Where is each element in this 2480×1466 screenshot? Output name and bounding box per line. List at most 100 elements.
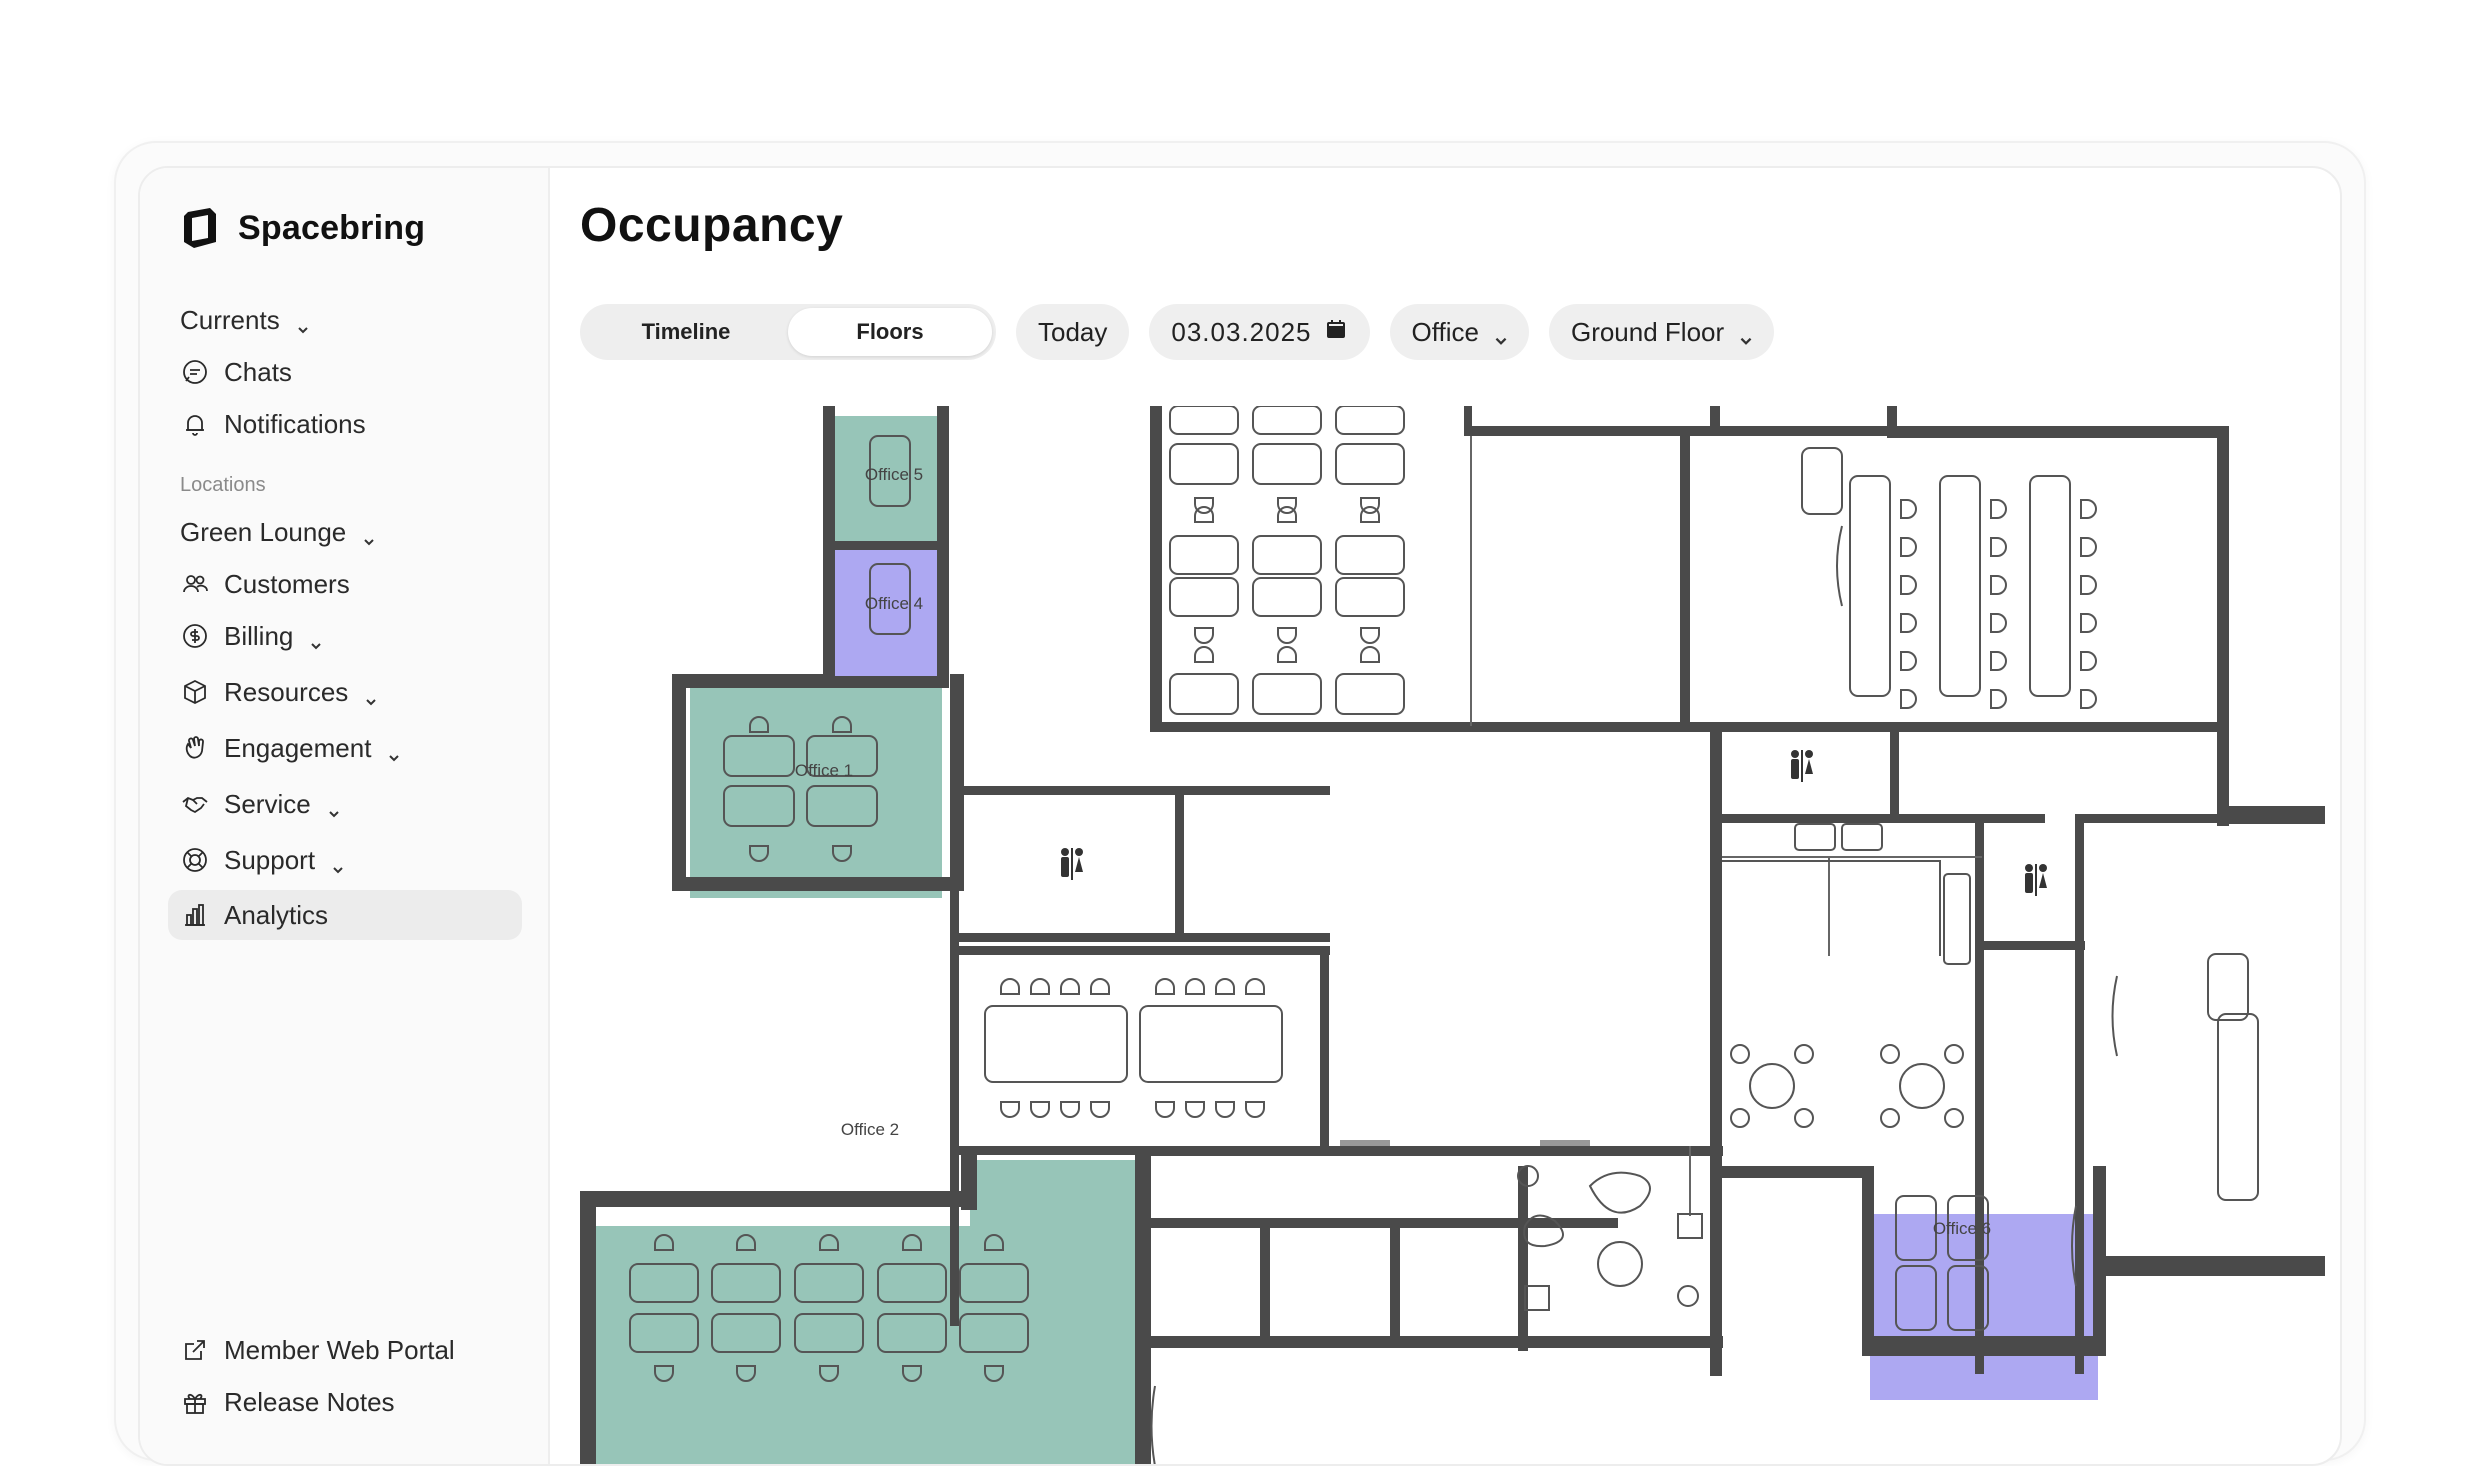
room-label: Office 6	[1933, 1219, 1991, 1238]
chair	[2080, 689, 2097, 709]
sidebar-item-member-web-portal[interactable]: Member Web Portal	[180, 1328, 455, 1372]
chair	[1900, 689, 1917, 709]
stool	[1880, 1108, 1900, 1128]
toolbar: Timeline Floors Today 03.03.2025 Office …	[580, 304, 1775, 360]
brand-logo[interactable]: Spacebring	[180, 206, 425, 250]
sidebar-item-label: Release Notes	[224, 1386, 395, 1417]
sidebar-item-support[interactable]: Support	[180, 838, 345, 882]
round-table	[1749, 1063, 1795, 1109]
bell-icon	[180, 409, 210, 439]
wall	[1135, 1150, 1151, 1464]
chair	[1900, 537, 1917, 557]
view-toggle: Timeline Floors	[580, 304, 996, 360]
chair	[1277, 506, 1297, 523]
sidebar-item-customers[interactable]: Customers	[180, 562, 350, 606]
chevron-down-icon	[1738, 325, 1752, 345]
wall	[1150, 406, 1162, 731]
chair	[1155, 978, 1175, 995]
table	[984, 1005, 1128, 1083]
partition	[1470, 436, 1472, 726]
floor-select[interactable]: Ground Floor	[1548, 304, 1775, 360]
stool	[1730, 1044, 1750, 1064]
wall	[1518, 1166, 1528, 1351]
stool	[1944, 1108, 1964, 1128]
today-button[interactable]: Today	[1016, 304, 1130, 360]
main-content: Occupancy Timeline Floors Today 03.03.20…	[550, 168, 2340, 1464]
door-swing	[1150, 1385, 1156, 1464]
sidebar-item-notifications[interactable]: Notifications	[180, 402, 366, 446]
sidebar-item-release-notes[interactable]: Release Notes	[180, 1380, 395, 1424]
sidebar-item-chats[interactable]: Chats	[180, 350, 292, 394]
wall	[950, 933, 1330, 942]
brand-name: Spacebring	[238, 208, 426, 247]
table	[1335, 535, 1405, 575]
page-title: Occupancy	[580, 199, 844, 252]
table	[1252, 535, 1322, 575]
chair	[1000, 978, 1020, 995]
round-table	[1677, 1285, 1699, 1307]
table	[1169, 673, 1239, 715]
chevron-down-icon	[387, 741, 401, 762]
stool	[1794, 1044, 1814, 1064]
sidebar-item-label: Notifications	[224, 408, 366, 439]
bar-chart-icon	[180, 900, 210, 930]
chair	[1194, 506, 1214, 523]
planter	[1524, 1285, 1550, 1311]
chair	[1155, 1101, 1175, 1118]
chair	[1900, 651, 1917, 671]
wall	[950, 786, 1330, 795]
chair	[1194, 646, 1214, 663]
date-picker[interactable]: 03.03.2025	[1149, 304, 1370, 360]
chair	[1185, 1101, 1205, 1118]
chair	[1245, 1101, 1265, 1118]
table	[1335, 406, 1405, 435]
chair	[2080, 499, 2097, 519]
table	[1169, 443, 1239, 485]
sidebar-item-engagement[interactable]: Engagement	[180, 726, 401, 770]
room-office-1[interactable]	[690, 686, 942, 898]
wall	[1722, 1166, 1874, 1178]
tab-floors[interactable]: Floors	[788, 308, 992, 356]
wall	[2217, 426, 2229, 826]
floor-plan[interactable]: Office 5 Office 4 Office 1 Office 2 Office 6	[580, 406, 2325, 1466]
sidebar-item-analytics[interactable]: Analytics	[180, 893, 328, 937]
sidebar-item-resources[interactable]: Resources	[180, 670, 378, 714]
wall	[1887, 426, 2227, 438]
wall	[672, 877, 964, 891]
chair	[1900, 613, 1917, 633]
chair	[1277, 627, 1297, 644]
partition	[1689, 1146, 1691, 1216]
chair	[1990, 651, 2007, 671]
sidebar-group-currents[interactable]: Currents	[180, 298, 310, 342]
chair	[1090, 978, 1110, 995]
sidebar-group-currents-label: Currents	[180, 304, 280, 335]
wall	[1390, 1218, 1400, 1348]
chevron-down-icon	[296, 313, 310, 334]
room-fill	[970, 1160, 1135, 1230]
location-selector[interactable]: Green Lounge	[180, 510, 376, 554]
tab-timeline[interactable]: Timeline	[584, 308, 788, 356]
table	[2029, 475, 2071, 697]
gift-icon	[180, 1387, 210, 1417]
wall	[1464, 406, 1472, 436]
table	[1252, 406, 1322, 435]
sidebar-item-label: Member Web Portal	[224, 1334, 455, 1365]
chair	[1245, 978, 1265, 995]
wall	[1862, 1336, 2106, 1356]
chair	[1990, 613, 2007, 633]
floor-plan-canvas[interactable]: Office 5 Office 4 Office 1 Office 2 Office 6	[580, 406, 2325, 1466]
chair	[1030, 1101, 1050, 1118]
sidebar-item-billing[interactable]: Billing	[180, 614, 323, 658]
fridge	[1943, 873, 1971, 965]
wall	[823, 541, 949, 550]
resource-type-select[interactable]: Office	[1389, 304, 1529, 360]
chair	[2080, 651, 2097, 671]
wall	[1862, 1166, 1874, 1356]
room-label: Office 2	[841, 1120, 899, 1139]
wall	[1710, 814, 2045, 823]
location-selector-label: Green Lounge	[180, 516, 347, 547]
sidebar-item-service[interactable]: Service	[180, 782, 341, 826]
chair	[1185, 978, 1205, 995]
chair	[2080, 575, 2097, 595]
wall	[1175, 786, 1184, 938]
